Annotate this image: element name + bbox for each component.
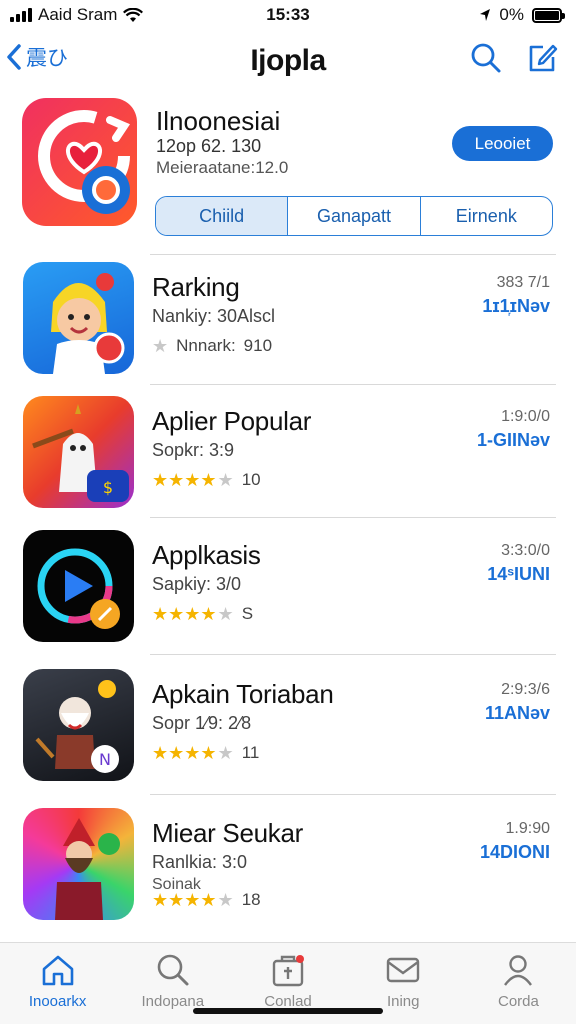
segment-ganapatt[interactable]: Ganapatt: [288, 197, 421, 235]
app-subtitle: Sapkiy: 3/0: [152, 574, 242, 594]
app-stat: 1.9:90: [505, 820, 550, 837]
app-rating: ★★★★ ★ 10: [152, 470, 261, 490]
featured-app-title: Ilnoonesiai: [156, 106, 281, 136]
tab-home[interactable]: Inooarkx: [0, 943, 115, 1024]
tab-label: Inooarkx: [28, 993, 87, 1010]
app-rating: ★ Nnnark: 910: [152, 336, 272, 356]
list-item[interactable]: Applkasis Sapkiy: 3/0 ★★★★ ★ S 3:3:0/0 14…: [0, 530, 576, 660]
list-item[interactable]: $ Aplier Popular Sopkr: 3:9 ★★★★ ★ 10 1:9…: [0, 396, 576, 526]
home-indicator: [193, 1008, 383, 1014]
rating-count: 10: [241, 470, 261, 489]
app-icon-apkain-toriaban: N: [23, 669, 134, 781]
app-rating: ★★★★ ★ 18: [152, 890, 261, 910]
rating-count: 910: [243, 336, 273, 355]
tab-profile[interactable]: Corda: [461, 943, 576, 1024]
segment-eirnenk[interactable]: Eirnenk: [421, 197, 552, 235]
battery-icon: [532, 7, 565, 23]
star-rating-icon: ★★★★ ★: [152, 604, 234, 624]
rating-count: 11: [241, 743, 260, 762]
star-rating-icon: ★★★★ ★: [152, 890, 234, 910]
list-item[interactable]: N Apkain Toriaban Sopr 1⁄9: 2⁄8 ★★★★ ★ 11…: [0, 669, 576, 799]
location-icon: [480, 9, 491, 21]
rating-label: Nnnark:: [176, 336, 236, 355]
rating-count: S: [241, 604, 254, 623]
featured-app: Ilnoonesiai 12op 62. 130 Meieraatane:12.…: [0, 98, 576, 254]
app-icon-applkasis: [23, 530, 134, 642]
app-rating: ★★★★ ★ S: [152, 604, 253, 624]
rating-count: 18: [241, 890, 261, 909]
divider: [150, 254, 556, 255]
app-name: Rarking: [152, 272, 240, 302]
status-bar: Aaid Sram 15:33 0%: [0, 0, 576, 30]
star-rating-icon: ★★★★ ★: [152, 470, 234, 490]
app-name: Applkasis: [152, 540, 261, 570]
divider: [150, 384, 556, 385]
app-price-link[interactable]: 11ANəv: [485, 703, 550, 724]
app-stat: 383 7/1: [496, 274, 550, 291]
svg-text:N: N: [99, 750, 111, 769]
app-name: Apkain Toriaban: [152, 679, 334, 709]
divider: [150, 794, 556, 795]
mail-icon: [387, 957, 420, 983]
app-subtitle: Sopr 1⁄9: 2⁄8: [152, 713, 252, 733]
divider: [150, 517, 556, 518]
app-name: Miear Seukar: [152, 818, 304, 848]
app-icon-aplier-popular: $: [23, 396, 134, 508]
list-item[interactable]: Rarking Nankiy: 30Alscl ★ Nnnark: 910 38…: [0, 262, 576, 392]
compose-icon[interactable]: [526, 42, 558, 74]
clock: 15:33: [266, 5, 310, 24]
battery-percent: 0%: [499, 5, 524, 24]
divider: [150, 654, 556, 655]
list-item[interactable]: Miear Seukar Ranlkia: 3:0 Soinak ★★★★ ★ 1…: [0, 808, 576, 938]
home-icon: [42, 955, 73, 986]
signal-icon: [10, 8, 32, 22]
navigation-bar: 震ひ Ijopla: [0, 34, 576, 90]
store-icon: [272, 955, 304, 987]
app-icon-ranking: [23, 262, 134, 374]
get-button[interactable]: Leooiet: [452, 126, 553, 161]
app-price-link[interactable]: 14ˢIUNI: [487, 564, 550, 585]
app-price-link[interactable]: 1ɪ1᷊ɪNəv: [482, 296, 550, 317]
wifi-icon: [123, 7, 144, 22]
star-rating-icon: ★★★★ ★: [152, 743, 234, 763]
featured-app-icon[interactable]: [22, 98, 137, 226]
featured-app-meta: 12op 62. 130: [156, 136, 262, 156]
carrier-label: Aaid Sram: [38, 5, 118, 24]
tab-label: Ining: [386, 993, 420, 1010]
app-icon-miear-seukar: [23, 808, 134, 920]
svg-text:$: $: [103, 478, 113, 497]
star-rating-icon: ★: [152, 336, 169, 356]
tab-label: Corda: [497, 993, 539, 1010]
segment-child[interactable]: Chiild: [156, 197, 289, 235]
app-subtitle: Nankiy: 30Alscl: [152, 306, 276, 326]
featured-app-meta-secondary: Meieraatane:12.0: [156, 158, 289, 177]
app-stat: 2:9:3/6: [501, 681, 550, 698]
person-icon: [504, 955, 533, 986]
app-stat: 1:9:0/0: [501, 408, 550, 425]
app-price-link[interactable]: 14DIONI: [480, 842, 550, 863]
app-name: Aplier Popular: [152, 406, 312, 436]
segmented-control: Chiild Ganapatt Eirnenk: [155, 196, 553, 236]
search-icon: [157, 954, 189, 986]
app-subtitle: Ranlkia: 3:0: [152, 852, 248, 872]
app-stat: 3:3:0/0: [501, 542, 550, 559]
app-rating: ★★★★ ★ 11: [152, 743, 259, 763]
app-price-link[interactable]: 1-GIINəv: [477, 430, 550, 451]
app-subtitle: Sopkr: 3:9: [152, 440, 235, 460]
search-icon[interactable]: [470, 42, 502, 74]
